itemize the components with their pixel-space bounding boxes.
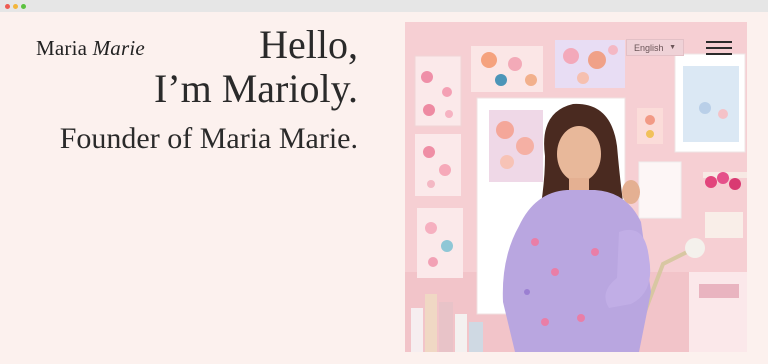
hero-name: I’m Marioly.: [153, 66, 358, 111]
language-selector[interactable]: English ▼: [626, 39, 684, 56]
hamburger-icon[interactable]: [706, 41, 732, 55]
hero-greeting: Hello,: [259, 22, 358, 67]
menu-line: [706, 41, 732, 43]
menu-line: [706, 47, 732, 49]
hero-photo: [405, 22, 747, 352]
window-minimize-dot[interactable]: [13, 4, 18, 9]
window-maximize-dot[interactable]: [21, 4, 26, 9]
browser-chrome-bar: [0, 0, 768, 12]
menu-line: [706, 53, 732, 55]
hero-subtitle: Founder of Maria Marie.: [59, 122, 358, 155]
language-label: English: [634, 42, 664, 53]
caret-down-icon: ▼: [669, 44, 676, 51]
window-close-dot[interactable]: [5, 4, 10, 9]
